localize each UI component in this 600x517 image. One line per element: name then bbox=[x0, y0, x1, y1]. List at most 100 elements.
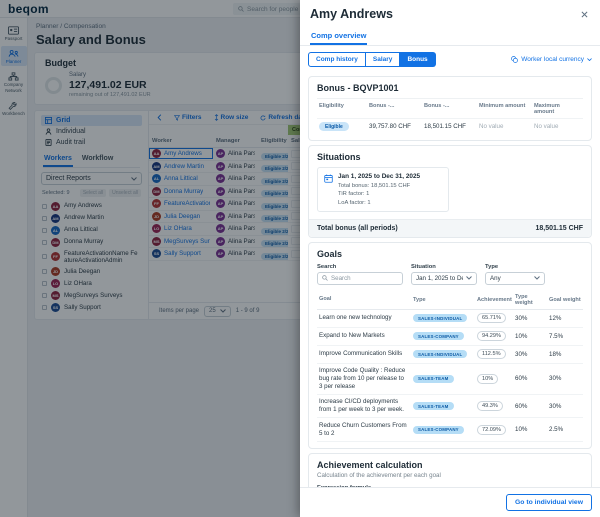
goal-row[interactable]: Expand to New Markets SALES-COMPANY 94.2… bbox=[317, 328, 583, 346]
goal-name: Improve Communication Skills bbox=[317, 347, 411, 362]
goal-weight-value: 2.5% bbox=[547, 423, 583, 437]
type-label: Type bbox=[485, 264, 545, 270]
type-weight-value: 30% bbox=[513, 311, 547, 325]
goals-col-type: Type bbox=[411, 294, 475, 306]
goal-weight-value: 18% bbox=[547, 347, 583, 361]
formula-label: Expression formula bbox=[317, 485, 583, 487]
situation-period: Jan 1, 2025 to Dec 31, 2025 bbox=[338, 173, 420, 180]
goals-col-type-weight: Type weight bbox=[513, 291, 547, 309]
achievement-badge: 112.5% bbox=[477, 349, 506, 359]
bonus-value-1: 39,757.80 CHF bbox=[367, 119, 422, 134]
search-label: Search bbox=[317, 264, 403, 270]
bonus-table: Eligibility Bonus -... Bonus -... Minimu… bbox=[317, 98, 583, 134]
goals-card: Goals Search Search Situation Jan 1, 202… bbox=[308, 242, 592, 449]
achievement-badge: 94.29% bbox=[477, 331, 506, 341]
currency-value: Worker local currency bbox=[521, 56, 584, 63]
bonus-value-2: 18,501.15 CHF bbox=[422, 119, 477, 134]
goal-name: Reduce Churn Customers From 5 to 2 bbox=[317, 418, 411, 441]
goal-name: Expand to New Markets bbox=[317, 329, 411, 344]
achievement-calc-subtitle: Calculation of the achievement per each … bbox=[317, 472, 583, 479]
goal-type-badge: SALES-TEAM bbox=[413, 402, 454, 410]
bonus-col-eligibility: Eligibility bbox=[317, 99, 367, 118]
type-select-value: Any bbox=[490, 275, 501, 282]
panel-footer: Go to individual view bbox=[300, 487, 600, 517]
search-icon bbox=[322, 275, 328, 281]
bonus-card-title: Bonus - BQVP1001 bbox=[317, 83, 583, 93]
calendar-icon bbox=[324, 174, 333, 183]
achievement-calc-title: Achievement calculation bbox=[317, 460, 583, 470]
currency-icon bbox=[511, 56, 518, 63]
achievement-badge: 10% bbox=[477, 374, 498, 384]
goals-search-input[interactable]: Search bbox=[317, 272, 403, 285]
goal-weight-value: 30% bbox=[547, 399, 583, 413]
goal-weight-value: 12% bbox=[547, 311, 583, 325]
goal-weight-value: 7.5% bbox=[547, 329, 583, 343]
situations-title: Situations bbox=[317, 152, 583, 162]
goals-col-goal: Goal bbox=[317, 293, 411, 306]
view-switcher: Comp history Salary Bonus bbox=[308, 52, 436, 67]
comp-history-button[interactable]: Comp history bbox=[308, 52, 366, 67]
type-weight-value: 10% bbox=[513, 329, 547, 343]
type-weight-value: 30% bbox=[513, 347, 547, 361]
goal-name: Increase CI/CD deployments from 1 per we… bbox=[317, 395, 411, 418]
goals-search-placeholder: Search bbox=[331, 275, 351, 282]
total-bonus-row: Total bonus (all periods) 18,501.15 CHF bbox=[309, 219, 591, 237]
achievement-badge: 72.09% bbox=[477, 425, 506, 435]
situation-loa-factor: LoA factor: 1 bbox=[338, 200, 420, 206]
bonus-col-minimum: Minimum amount bbox=[477, 99, 532, 118]
eligible-badge: Eligible bbox=[319, 122, 349, 131]
goals-col-achievement: Achievement bbox=[475, 294, 513, 306]
goal-weight-value: 30% bbox=[547, 372, 583, 386]
bonus-card: Bonus - BQVP1001 Eligibility Bonus -... … bbox=[308, 76, 592, 141]
goal-type-badge: SALES-INDIVIDUAL bbox=[413, 350, 467, 358]
currency-selector[interactable]: Worker local currency bbox=[511, 56, 592, 63]
situation-select[interactable]: Jan 1, 2025 to Dec... bbox=[411, 272, 477, 285]
goal-row[interactable]: Increase CI/CD deployments from 1 per we… bbox=[317, 395, 583, 419]
situation-total-bonus: Total bonus: 18,501.15 CHF bbox=[338, 183, 420, 189]
goal-type-badge: SALES-INDIVIDUAL bbox=[413, 314, 467, 322]
goal-row[interactable]: Reduce Churn Customers From 5 to 2 SALES… bbox=[317, 418, 583, 442]
situations-card: Situations Jan 1, 2025 to Dec 31, 2025 T… bbox=[308, 145, 592, 238]
situation-label: Situation bbox=[411, 264, 477, 270]
achievement-badge: 65.71% bbox=[477, 313, 506, 323]
panel-controls: Comp history Salary Bonus Worker local c… bbox=[300, 46, 600, 69]
goals-table: Goal Type Achievement Type weight Goal w… bbox=[317, 291, 583, 442]
situation-select-value: Jan 1, 2025 to Dec... bbox=[416, 275, 463, 282]
maximum-amount-value: No value bbox=[532, 119, 583, 134]
close-icon bbox=[581, 11, 588, 18]
bonus-button[interactable]: Bonus bbox=[400, 52, 435, 67]
type-select[interactable]: Any bbox=[485, 272, 545, 285]
close-button[interactable] bbox=[579, 9, 590, 20]
worker-detail-panel: Amy Andrews Comp overview Comp history S… bbox=[300, 0, 600, 517]
panel-title: Amy Andrews bbox=[310, 7, 393, 21]
goal-row[interactable]: Improve Communication Skills SALES-INDIV… bbox=[317, 346, 583, 364]
salary-button[interactable]: Salary bbox=[366, 52, 401, 67]
goals-title: Goals bbox=[317, 249, 583, 259]
bonus-col-bonus2: Bonus -... bbox=[422, 99, 477, 118]
type-weight-value: 60% bbox=[513, 399, 547, 413]
panel-body: Bonus - BQVP1001 Eligibility Bonus -... … bbox=[300, 69, 600, 487]
type-weight-value: 10% bbox=[513, 423, 547, 437]
situation-item[interactable]: Jan 1, 2025 to Dec 31, 2025 Total bonus:… bbox=[317, 167, 449, 212]
achievement-calculation-card: Achievement calculation Calculation of t… bbox=[308, 453, 592, 487]
go-to-individual-view-button[interactable]: Go to individual view bbox=[506, 494, 592, 511]
goal-type-badge: SALES-TEAM bbox=[413, 375, 454, 383]
bonus-col-maximum: Maximum amount bbox=[532, 99, 583, 118]
chevron-down-icon bbox=[587, 58, 592, 62]
goal-type-badge: SALES-COMPANY bbox=[413, 332, 464, 340]
goal-row[interactable]: Learn one new technology SALES-INDIVIDUA… bbox=[317, 310, 583, 328]
total-bonus-value: 18,501.15 CHF bbox=[536, 225, 583, 232]
total-bonus-label: Total bonus (all periods) bbox=[317, 225, 398, 232]
chevron-down-icon bbox=[534, 276, 540, 280]
bonus-row: Eligible 39,757.80 CHF 18,501.15 CHF No … bbox=[317, 118, 583, 134]
situation-tir-factor: TiR factor: 1 bbox=[338, 191, 420, 197]
panel-tabs: Comp overview bbox=[300, 21, 600, 46]
goal-type-badge: SALES-COMPANY bbox=[413, 426, 464, 434]
goals-filters: Search Search Situation Jan 1, 2025 to D… bbox=[317, 264, 583, 285]
tab-comp-overview[interactable]: Comp overview bbox=[310, 29, 367, 45]
type-weight-value: 60% bbox=[513, 372, 547, 386]
minimum-amount-value: No value bbox=[477, 119, 532, 134]
goal-name: Learn one new technology bbox=[317, 311, 411, 326]
chevron-down-icon bbox=[466, 276, 472, 280]
goal-row[interactable]: Improve Code Quality : Reduce bug rate f… bbox=[317, 364, 583, 395]
